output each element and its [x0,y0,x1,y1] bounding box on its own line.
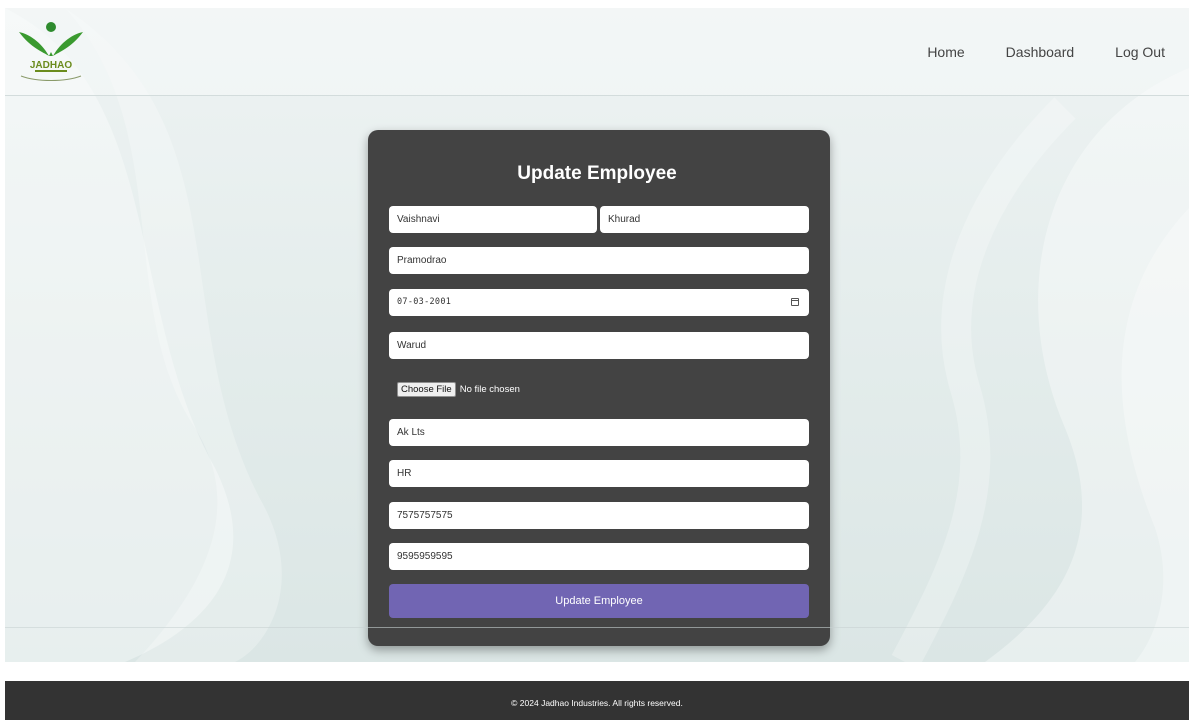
alt-phone-field[interactable]: 9595959595 [389,543,809,570]
calendar-icon[interactable] [791,298,799,306]
address-field[interactable]: Warud [389,332,809,359]
footer-copyright: © 2024 Jadhao Industries. All rights res… [511,698,683,708]
last-name-field[interactable]: Khurad [600,206,809,233]
company-logo[interactable]: JADHAO [13,18,89,88]
header: JADHAO Home Dashboard Log Out [5,8,1189,96]
form-title: Update Employee [517,163,677,184]
dob-field[interactable]: 07-03-2001 [389,289,809,316]
dob-value: 07-03-2001 [397,297,452,307]
file-upload: Choose File No file chosen [397,381,520,397]
nav-home-link[interactable]: Home [927,44,964,60]
nav-dashboard-link[interactable]: Dashboard [1006,44,1075,60]
svg-text:JADHAO: JADHAO [30,60,72,71]
nav-logout-link[interactable]: Log Out [1115,44,1165,60]
page: JADHAO Home Dashboard Log Out Update Emp… [0,0,1194,720]
phone-field[interactable]: 7575757575 [389,502,809,529]
department-field[interactable]: HR [389,460,809,487]
update-employee-button[interactable]: Update Employee [389,584,809,618]
divider [5,627,1189,628]
choose-file-button[interactable]: Choose File [397,381,456,397]
top-nav: Home Dashboard Log Out [927,44,1165,60]
first-name-field[interactable]: Vaishnavi [389,206,597,233]
footer: © 2024 Jadhao Industries. All rights res… [5,681,1189,720]
middle-name-field[interactable]: Pramodrao [389,247,809,274]
logo-icon: JADHAO [19,22,83,81]
file-status: No file chosen [459,383,520,395]
company-field[interactable]: Ak Lts [389,419,809,446]
